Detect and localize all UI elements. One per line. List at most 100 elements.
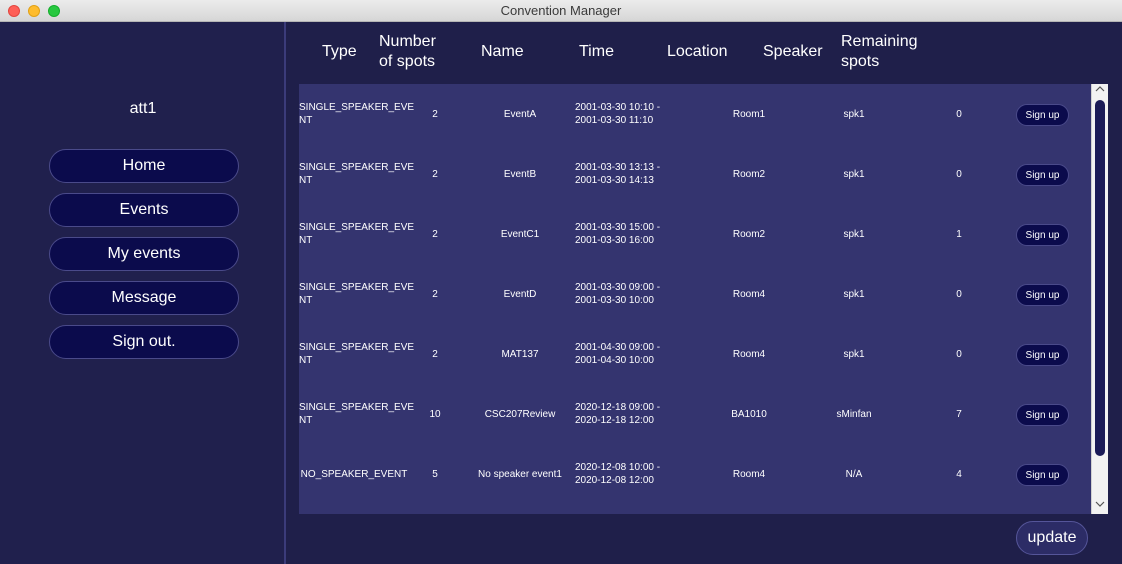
time-cell: 2001-03-30 15:00 - 2001-03-30 16:00: [575, 221, 675, 247]
spots-cell: 2: [432, 109, 438, 120]
location-cell: Room4: [732, 469, 766, 480]
sign-up-button[interactable]: Sign up: [1016, 344, 1069, 366]
spots-cell: 2: [432, 169, 438, 180]
location-cell: Room4: [732, 289, 766, 300]
spots-cell: 2: [432, 289, 438, 300]
remaining-cell: 4: [956, 469, 962, 480]
location-cell: Room4: [732, 349, 766, 360]
type-line1: SINGLE_SPEAKER_EVE: [299, 162, 415, 173]
sign-up-button[interactable]: Sign up: [1016, 284, 1069, 306]
update-button[interactable]: update: [1016, 521, 1088, 555]
spots-cell: 2: [432, 349, 438, 360]
speaker-cell: spk1: [843, 169, 865, 180]
type-cell: SINGLE_SPEAKER_EVE NT: [299, 341, 414, 367]
table-scrollbar[interactable]: [1091, 84, 1108, 514]
remaining-cell: 0: [956, 349, 962, 360]
header-remaining-spots-line2: spots: [841, 53, 880, 70]
type-line2: NT: [299, 115, 313, 126]
sign-up-button[interactable]: Sign up: [1016, 164, 1069, 186]
location-cell: BA1010: [731, 409, 767, 420]
time-line2: 2001-03-30 16:00: [575, 235, 654, 246]
my-events-button[interactable]: My events: [49, 237, 239, 271]
time-line2: 2001-03-30 10:00: [575, 295, 654, 306]
type-line2: NT: [299, 355, 313, 366]
header-number-of-spots: Number of spots: [379, 32, 436, 72]
scrollbar-thumb[interactable]: [1095, 100, 1105, 456]
speaker-cell: N/A: [845, 469, 863, 480]
remaining-cell: 0: [956, 169, 962, 180]
type-line1: SINGLE_SPEAKER_EVE: [299, 282, 415, 293]
home-button[interactable]: Home: [49, 149, 239, 183]
message-button[interactable]: Message: [49, 281, 239, 315]
table-row: SINGLE_SPEAKER_EVE NT 2 EventA 2001-03-3…: [299, 84, 1091, 144]
type-line2: NT: [299, 295, 313, 306]
remaining-cell: 0: [956, 109, 962, 120]
header-speaker: Speaker: [763, 43, 823, 60]
name-cell: MAT137: [501, 349, 539, 360]
location-cell: Room2: [732, 169, 766, 180]
type-line2: NT: [299, 415, 313, 426]
time-line2: 2001-03-30 14:13: [575, 175, 654, 186]
type-line2: NT: [299, 235, 313, 246]
location-cell: Room1: [732, 109, 766, 120]
time-cell: 2001-03-30 10:10 - 2001-03-30 11:10: [575, 101, 675, 127]
name-cell: EventB: [503, 169, 537, 180]
sidebar: att1 Home Events My events Message Sign …: [0, 22, 286, 564]
type-cell: SINGLE_SPEAKER_EVE NT: [299, 401, 414, 427]
time-line1: 2001-03-30 15:00 -: [575, 222, 661, 233]
type-line1: NO_SPEAKER_EVENT: [300, 469, 408, 480]
chevron-up-icon[interactable]: [1092, 85, 1108, 97]
table-row: SINGLE_SPEAKER_EVE NT 2 EventC1 2001-03-…: [299, 204, 1091, 264]
sign-up-button[interactable]: Sign up: [1016, 104, 1069, 126]
header-number-of-spots-line1: Number: [379, 33, 436, 50]
time-line2: 2020-12-08 12:00: [575, 475, 654, 486]
speaker-cell: spk1: [843, 109, 865, 120]
name-cell: EventD: [503, 289, 537, 300]
chevron-down-icon[interactable]: [1092, 500, 1108, 512]
table-row: NO_SPEAKER_EVENT 5 No speaker event1 202…: [299, 444, 1091, 504]
table-row: SINGLE_SPEAKER_EVE NT 2 EventB 2001-03-3…: [299, 144, 1091, 204]
spots-cell: 5: [432, 469, 438, 480]
type-cell: SINGLE_SPEAKER_EVE NT: [299, 161, 415, 187]
time-line1: 2020-12-08 10:00 -: [575, 462, 661, 473]
header-type: Type: [322, 43, 357, 60]
table-row: SINGLE_SPEAKER_EVE NT 10 CSC207Review 20…: [299, 384, 1091, 444]
type-cell: NO_SPEAKER_EVENT: [299, 468, 409, 481]
events-table: SINGLE_SPEAKER_EVE NT 2 EventA 2001-03-3…: [299, 84, 1091, 514]
time-cell: 2001-03-30 09:00 - 2001-03-30 10:00: [575, 281, 675, 307]
remaining-cell: 1: [956, 229, 962, 240]
type-cell: SINGLE_SPEAKER_EVE NT: [299, 101, 415, 127]
table-row: SINGLE_SPEAKER_EVE NT 2 EventD 2001-03-3…: [299, 264, 1091, 324]
type-line2: NT: [299, 175, 313, 186]
type-cell: SINGLE_SPEAKER_EVE NT: [299, 221, 414, 247]
header-remaining-spots: Remaining spots: [841, 32, 917, 72]
time-line1: 2020-12-18 09:00 -: [575, 402, 661, 413]
speaker-cell: spk1: [843, 229, 865, 240]
name-cell: CSC207Review: [484, 409, 556, 420]
remaining-cell: 0: [956, 289, 962, 300]
type-cell: SINGLE_SPEAKER_EVE NT: [299, 281, 415, 307]
spots-cell: 10: [429, 409, 441, 420]
time-line1: 2001-03-30 10:10 -: [575, 102, 661, 113]
location-cell: Room2: [732, 229, 766, 240]
sign-out-button[interactable]: Sign out.: [49, 325, 239, 359]
time-line2: 2001-04-30 10:00: [575, 355, 654, 366]
header-name: Name: [481, 43, 524, 60]
speaker-cell: spk1: [843, 289, 865, 300]
header-location: Location: [667, 43, 728, 60]
time-line1: 2001-04-30 09:00 -: [575, 342, 661, 353]
time-line2: 2020-12-18 12:00: [575, 415, 654, 426]
sign-up-button[interactable]: Sign up: [1016, 404, 1069, 426]
title-bar: Convention Manager: [0, 0, 1122, 22]
type-line1: SINGLE_SPEAKER_EVE: [299, 102, 415, 113]
events-panel: Type Number of spots Name Time Location …: [288, 22, 1122, 564]
username-label: att1: [129, 100, 157, 117]
name-cell: EventA: [503, 109, 537, 120]
sign-up-button[interactable]: Sign up: [1016, 464, 1069, 486]
header-number-of-spots-line2: of spots: [379, 53, 436, 70]
name-cell: EventC1: [500, 229, 540, 240]
speaker-cell: spk1: [843, 349, 865, 360]
window-title: Convention Manager: [500, 3, 622, 18]
sign-up-button[interactable]: Sign up: [1016, 224, 1069, 246]
events-button[interactable]: Events: [49, 193, 239, 227]
